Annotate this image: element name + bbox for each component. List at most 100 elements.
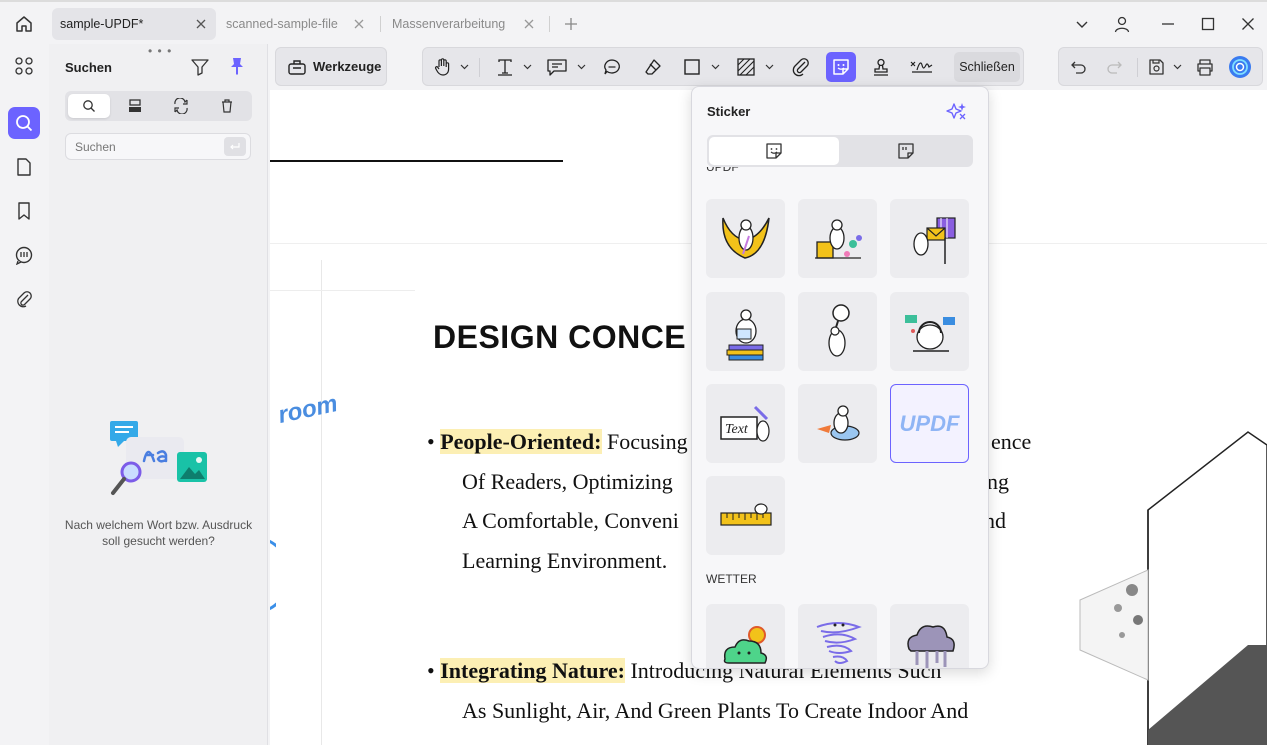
pin-icon[interactable] — [227, 56, 247, 76]
sticker-item[interactable] — [706, 199, 785, 278]
paperclip-icon — [792, 58, 809, 77]
page-heading: DESIGN CONCE — [433, 319, 687, 355]
search-icon — [16, 115, 33, 132]
sticker-item[interactable] — [798, 292, 877, 371]
sticker-character-rocket-icon — [816, 404, 860, 441]
decorative-rule — [321, 260, 322, 745]
mode-delete[interactable] — [206, 94, 248, 118]
minimize-button[interactable] — [1157, 13, 1179, 35]
tab-sample-updf[interactable]: sample-UPDF* — [52, 8, 216, 40]
sticker-tool[interactable] — [826, 52, 856, 82]
tab-massenverarbeitung[interactable]: Massenverarbeitung — [384, 8, 544, 40]
redo-button[interactable] — [1102, 55, 1126, 79]
sticker-tab-custom[interactable] — [841, 137, 971, 165]
undo-icon — [1071, 61, 1086, 74]
bookmarks-button[interactable] — [8, 195, 40, 227]
bullet-1-line-2: Of Readers, Optimizing — [462, 469, 673, 494]
sticker-character-magnifier-icon — [827, 303, 850, 357]
search-panel: • • • Suchen Nach welchem Wor — [49, 44, 268, 745]
filter-icon[interactable] — [190, 57, 210, 77]
hand-tool[interactable] — [431, 55, 455, 79]
search-input[interactable] — [75, 139, 220, 155]
bullet-1-line-2-tail: ng — [987, 469, 1009, 494]
bullet-1-line-1: • People-Oriented: Focusing — [427, 429, 688, 454]
sticker-item-selected[interactable]: UPDF — [890, 384, 969, 463]
search-empty-illustration — [110, 421, 207, 495]
tab-divider — [549, 16, 550, 32]
sticker-item[interactable] — [706, 292, 785, 371]
close-annotation-button[interactable]: Schließen — [954, 52, 1020, 82]
sticker-item[interactable] — [798, 384, 877, 463]
grid-icon — [15, 57, 33, 75]
eraser-tool[interactable] — [641, 55, 665, 79]
sticker-item[interactable] — [890, 292, 969, 371]
sticker-item[interactable]: Text — [706, 384, 785, 463]
custom-sticker-icon — [898, 143, 914, 159]
save-icon — [1149, 59, 1164, 75]
chevron-down-icon[interactable] — [765, 62, 774, 71]
tab-list-button[interactable] — [1071, 13, 1093, 35]
close-icon[interactable] — [194, 17, 208, 31]
decorative-cube-illustration — [1079, 431, 1267, 745]
pages-button[interactable] — [8, 151, 40, 183]
toolbar-divider — [1137, 58, 1138, 77]
signature-tool[interactable] — [908, 55, 936, 79]
thumbnails-button[interactable] — [8, 50, 40, 82]
chevron-down-icon[interactable] — [523, 62, 532, 71]
home-icon — [16, 16, 32, 32]
attach-tool[interactable] — [789, 55, 813, 79]
printer-icon — [1197, 59, 1213, 76]
sticker-item[interactable] — [890, 199, 969, 278]
sticker-storm-cloud-icon — [906, 624, 955, 668]
sticker-tab-emoji[interactable] — [709, 137, 839, 165]
close-icon[interactable] — [522, 17, 536, 31]
search-mode-switch — [65, 91, 252, 121]
comments-button[interactable] — [8, 239, 40, 271]
home-button[interactable] — [12, 12, 36, 36]
account-button[interactable] — [1111, 13, 1133, 35]
left-rail — [0, 44, 49, 745]
search-submit-button[interactable] — [224, 137, 246, 156]
sticker-item[interactable] — [798, 604, 877, 668]
area-tool[interactable] — [734, 55, 758, 79]
chevron-down-icon[interactable] — [577, 62, 586, 71]
tools-button[interactable]: Werkzeuge — [275, 47, 387, 86]
close-icon[interactable] — [352, 17, 366, 31]
maximize-button[interactable] — [1197, 13, 1219, 35]
rectangle-icon — [684, 59, 700, 75]
chevron-down-icon[interactable] — [460, 62, 469, 71]
mode-search[interactable] — [68, 94, 110, 118]
mode-replace[interactable] — [160, 94, 202, 118]
undo-button[interactable] — [1067, 55, 1091, 79]
mode-redact[interactable] — [114, 94, 156, 118]
chevron-down-icon[interactable] — [711, 62, 720, 71]
sticker-icon — [833, 59, 849, 75]
comment-tool[interactable] — [545, 55, 569, 79]
chevron-down-icon[interactable] — [1173, 62, 1182, 71]
new-tab-button[interactable] — [560, 13, 582, 35]
empty-state-message: Nach welchem Wort bzw. Ausdruck soll ges… — [64, 518, 253, 548]
resize-grip[interactable]: • • • — [148, 44, 172, 58]
chevron-down-icon — [1076, 21, 1088, 28]
sticker-item[interactable] — [798, 199, 877, 278]
enter-icon — [230, 142, 240, 149]
sticker-item[interactable] — [706, 604, 785, 668]
attachments-button[interactable] — [8, 283, 40, 315]
save-button[interactable] — [1144, 55, 1168, 79]
close-window-button[interactable] — [1237, 13, 1259, 35]
sticker-character-books-icon — [726, 308, 763, 360]
search-panel-button[interactable] — [8, 107, 40, 139]
ai-sticker-icon[interactable] — [946, 101, 968, 123]
sticker-item[interactable] — [706, 476, 785, 555]
sticker-item[interactable] — [890, 604, 969, 668]
text-tool[interactable] — [493, 55, 517, 79]
tab-scanned-sample-file[interactable]: scanned-sample-file — [218, 8, 374, 40]
shape-tool[interactable] — [680, 55, 704, 79]
print-button[interactable] — [1193, 55, 1217, 79]
callout-tool[interactable] — [600, 55, 624, 79]
sticker-character-shopping-icon — [814, 218, 862, 259]
stamp-tool[interactable] — [869, 55, 893, 79]
ai-assistant-button[interactable] — [1228, 55, 1252, 79]
toolbar-divider — [479, 58, 480, 77]
speech-bubble-icon — [604, 59, 620, 75]
